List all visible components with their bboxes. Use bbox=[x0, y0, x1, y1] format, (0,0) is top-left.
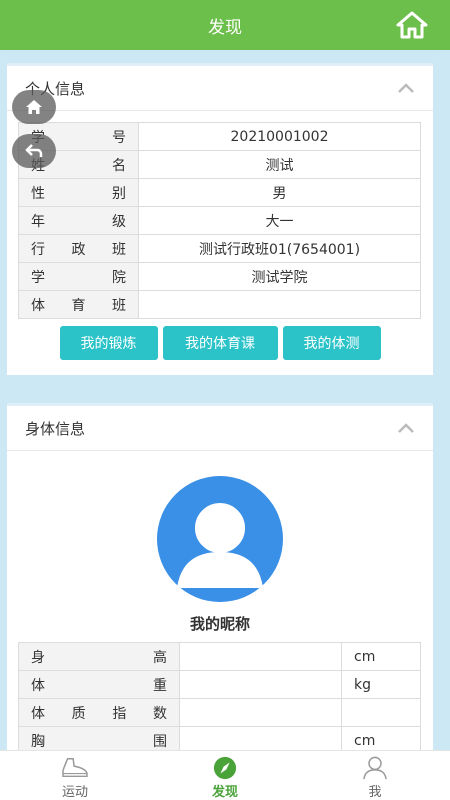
chevron-up-icon[interactable] bbox=[397, 422, 415, 434]
table-row: 胸围 cm bbox=[18, 726, 421, 750]
tab-label: 运动 bbox=[61, 785, 88, 800]
my-pe-class-button[interactable]: 我的体育课 bbox=[162, 326, 278, 360]
page-title: 发现 bbox=[208, 17, 242, 38]
action-buttons: 我的锻炼 我的体育课 我的体测 bbox=[7, 326, 433, 360]
table-row: 体重 kg bbox=[18, 670, 421, 699]
back-arrow-icon bbox=[25, 144, 43, 157]
table-row: 体质指数 bbox=[18, 698, 421, 727]
field-label-text: 学院 bbox=[31, 269, 126, 286]
field-label: 体质指数 bbox=[18, 698, 180, 727]
field-value: 测试学院 bbox=[138, 262, 421, 291]
body-info-table: 身高cm体重kg体质指数胸围cm腰围cm bbox=[18, 642, 421, 750]
body-info-header[interactable]: 身体信息 bbox=[7, 406, 433, 451]
body-info-panel: 身体信息 我的昵称 身高cm体重kg体质指数胸围cm腰围cm bbox=[7, 403, 433, 750]
my-fitness-test-button[interactable]: 我的体测 bbox=[282, 326, 381, 360]
field-label-text: 行政班 bbox=[31, 241, 126, 258]
chevron-up-icon[interactable] bbox=[397, 82, 415, 94]
tab-label: 发现 bbox=[211, 785, 238, 800]
table-row: 学号20210001002 bbox=[18, 122, 421, 151]
field-label-text: 体育班 bbox=[31, 297, 126, 314]
field-label: 年级 bbox=[18, 206, 139, 235]
field-label-text: 身高 bbox=[31, 649, 167, 666]
avatar[interactable] bbox=[157, 476, 283, 602]
field-label-text: 性别 bbox=[31, 185, 126, 202]
personal-info-header[interactable]: 个人信息 bbox=[7, 66, 433, 111]
personal-info-panel: 个人信息 学号20210001002姓名测试性别男年级大一行政班测试行政班01(… bbox=[7, 63, 433, 375]
field-label: 体育班 bbox=[18, 290, 139, 319]
compass-icon bbox=[213, 756, 237, 780]
nickname: 我的昵称 bbox=[189, 615, 250, 633]
field-value bbox=[179, 726, 342, 750]
table-row: 身高 cm bbox=[18, 642, 421, 671]
main-content[interactable]: 个人信息 学号20210001002姓名测试性别男年级大一行政班测试行政班01(… bbox=[0, 50, 450, 750]
bottom-tab-bar: 运动 发现 我 bbox=[0, 750, 450, 800]
field-value: 测试 bbox=[138, 150, 421, 179]
field-unit: cm bbox=[341, 726, 421, 750]
field-label: 行政班 bbox=[18, 234, 139, 263]
person-icon bbox=[363, 756, 387, 780]
field-value: 20210001002 bbox=[138, 122, 421, 151]
field-unit: cm bbox=[341, 642, 421, 671]
field-value bbox=[179, 642, 342, 671]
tab-sport[interactable]: 运动 bbox=[0, 751, 150, 800]
app-header: 发现 bbox=[0, 0, 450, 50]
field-label-text: 年级 bbox=[31, 213, 126, 230]
table-row: 行政班测试行政班01(7654001) bbox=[18, 234, 421, 263]
float-back-button[interactable] bbox=[12, 134, 56, 168]
field-label-text: 体质指数 bbox=[31, 705, 167, 722]
tab-discover[interactable]: 发现 bbox=[150, 751, 300, 800]
field-label: 性别 bbox=[18, 178, 139, 207]
user-avatar-icon bbox=[177, 499, 263, 588]
home-icon bbox=[26, 100, 42, 114]
field-value: 大一 bbox=[138, 206, 421, 235]
field-value bbox=[179, 670, 342, 699]
home-icon[interactable] bbox=[396, 10, 428, 40]
personal-info-table: 学号20210001002姓名测试性别男年级大一行政班测试行政班01(76540… bbox=[18, 122, 421, 319]
field-label: 学院 bbox=[18, 262, 139, 291]
field-label-text: 胸围 bbox=[31, 733, 167, 750]
my-exercise-button[interactable]: 我的锻炼 bbox=[59, 326, 158, 360]
field-value bbox=[138, 290, 421, 319]
float-home-button[interactable] bbox=[12, 90, 56, 124]
field-value: 测试行政班01(7654001) bbox=[138, 234, 421, 263]
field-unit: kg bbox=[341, 670, 421, 699]
field-value bbox=[179, 698, 342, 727]
table-row: 体育班 bbox=[18, 290, 421, 319]
table-row: 性别男 bbox=[18, 178, 421, 207]
field-unit bbox=[341, 698, 421, 727]
tab-label: 我 bbox=[368, 785, 382, 800]
tab-me[interactable]: 我 bbox=[300, 751, 450, 800]
field-label: 胸围 bbox=[18, 726, 180, 750]
table-row: 年级大一 bbox=[18, 206, 421, 235]
table-row: 学院测试学院 bbox=[18, 262, 421, 291]
field-label: 身高 bbox=[18, 642, 180, 671]
panel-title: 身体信息 bbox=[25, 419, 86, 438]
shoe-icon bbox=[62, 758, 88, 778]
field-value: 男 bbox=[138, 178, 421, 207]
field-label: 体重 bbox=[18, 670, 180, 699]
table-row: 姓名测试 bbox=[18, 150, 421, 179]
field-label-text: 体重 bbox=[31, 677, 167, 694]
